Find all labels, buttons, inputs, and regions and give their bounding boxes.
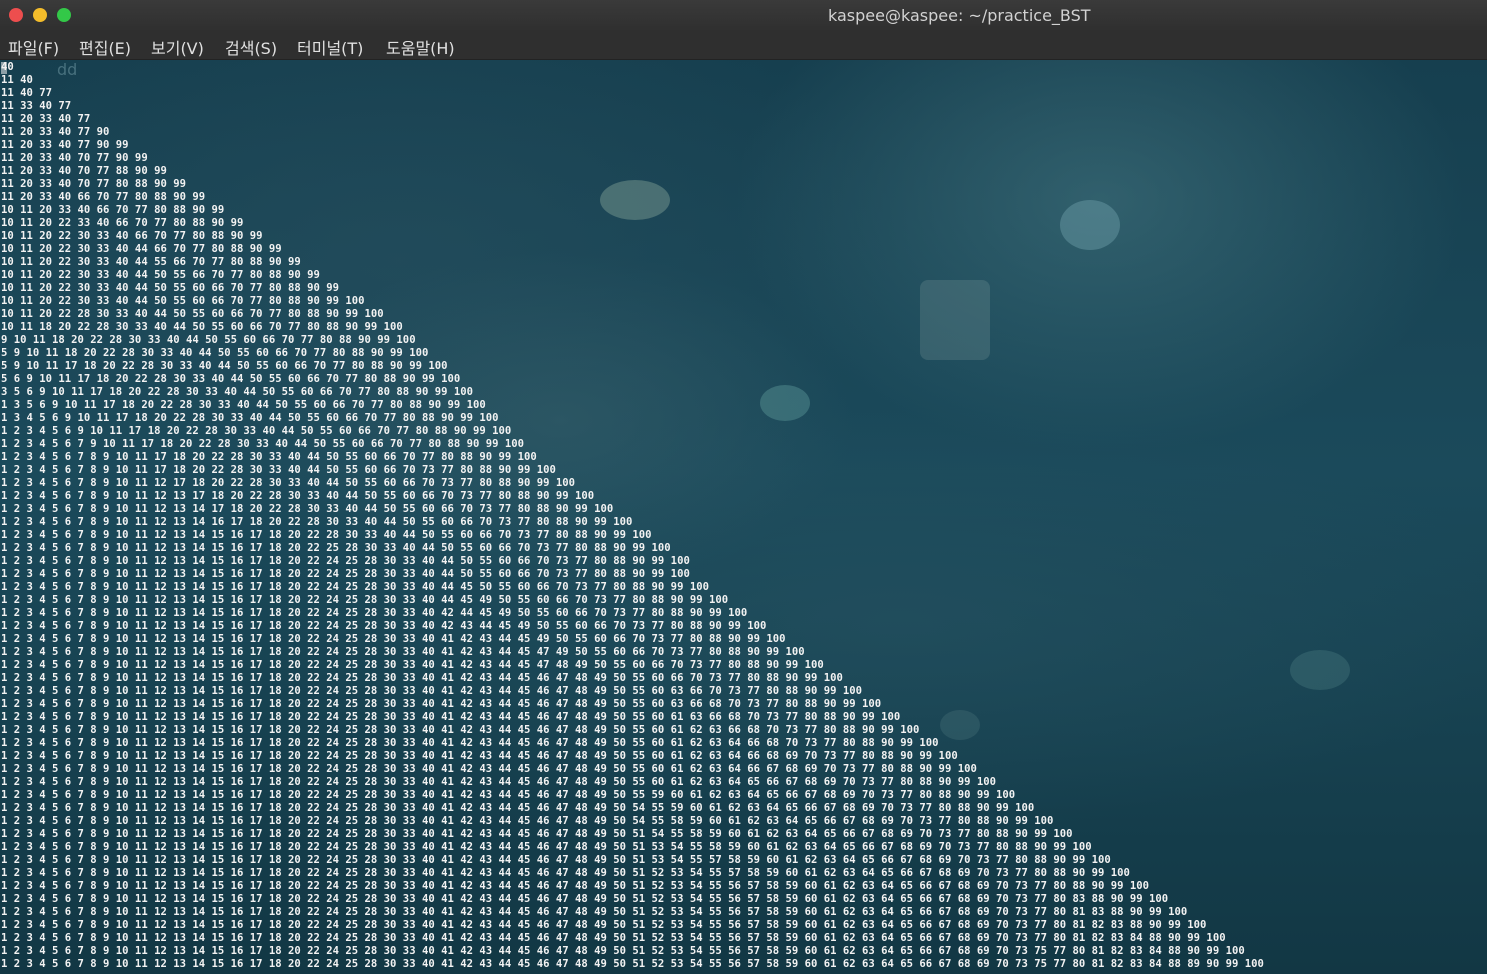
terminal-line: 1 2 3 4 5 6 7 8 9 10 11 12 13 14 15 16 1… — [1, 867, 1130, 879]
terminal-line: 10 11 20 22 30 33 40 44 55 66 70 77 80 8… — [1, 256, 301, 268]
terminal-line: 1 2 3 4 5 6 9 10 11 17 18 20 22 28 30 33… — [1, 425, 512, 437]
terminal-line: 1 2 3 4 5 6 7 8 9 10 11 12 13 14 15 16 1… — [1, 893, 1169, 905]
terminal-line: 11 20 33 40 70 77 90 99 — [1, 152, 148, 164]
terminal-line: 10 11 20 22 30 33 40 44 50 55 60 66 70 7… — [1, 295, 365, 307]
terminal-cursor — [1, 62, 7, 74]
terminal-line: 1 2 3 4 5 6 7 8 9 10 11 12 13 14 15 16 1… — [1, 750, 958, 762]
terminal-line: 10 11 18 20 22 28 30 33 40 44 50 55 60 6… — [1, 321, 403, 333]
terminal-line: 11 20 33 40 70 77 80 88 90 99 — [1, 178, 186, 190]
menu-view[interactable]: 보기(V) — [151, 35, 204, 59]
terminal-line: 1 2 3 4 5 6 7 8 9 10 11 12 13 14 15 16 1… — [1, 555, 690, 567]
terminal-area[interactable]: dd 40 11 40 11 40 77 11 33 40 77 11 20 33 40… — [0, 60, 1487, 974]
terminal-line: 11 20 33 40 70 77 88 90 99 — [1, 165, 167, 177]
terminal-line: 1 2 3 4 5 6 7 8 9 10 11 12 13 14 15 16 1… — [1, 646, 805, 658]
terminal-line: 1 2 3 4 5 6 7 8 9 10 11 12 13 14 15 16 1… — [1, 945, 1245, 957]
terminal-line: 1 2 3 4 5 6 7 8 9 10 11 12 17 18 20 22 2… — [1, 477, 576, 489]
terminal-line: 1 2 3 4 5 6 7 8 9 10 11 12 13 17 18 20 2… — [1, 490, 595, 502]
close-window-button[interactable] — [9, 8, 23, 22]
terminal-line: 1 2 3 4 5 6 7 8 9 10 11 12 13 14 15 16 1… — [1, 932, 1226, 944]
terminal-line: 5 6 9 10 11 17 18 20 22 28 30 33 40 44 5… — [1, 373, 461, 385]
terminal-line: 1 2 3 4 5 6 7 8 9 10 11 12 13 14 15 16 1… — [1, 581, 709, 593]
terminal-line: 9 10 11 18 20 22 28 30 33 40 44 50 55 60… — [1, 334, 416, 346]
terminal-line: 3 5 6 9 10 11 17 18 20 22 28 30 33 40 44… — [1, 386, 473, 398]
terminal-window: kaspee@kaspee: ~/practice_BST 파일(F) 편집(E… — [0, 0, 1487, 974]
terminal-line: 1 2 3 4 5 6 7 8 9 10 11 12 13 14 15 16 1… — [1, 841, 1092, 853]
terminal-line: 11 40 — [1, 74, 33, 86]
terminal-line: 1 2 3 4 5 6 7 8 9 10 11 12 13 14 15 16 1… — [1, 763, 977, 775]
terminal-line: 1 2 3 4 5 6 7 8 9 10 11 12 13 14 15 16 1… — [1, 568, 690, 580]
terminal-line: 5 9 10 11 17 18 20 22 28 30 33 40 44 50 … — [1, 360, 448, 372]
terminal-line: 1 2 3 4 5 6 7 8 9 10 11 12 13 14 15 16 1… — [1, 958, 1264, 970]
terminal-line: 1 2 3 4 5 6 7 8 9 10 11 12 13 14 15 16 1… — [1, 633, 786, 645]
maximize-window-button[interactable] — [57, 8, 71, 22]
terminal-line: 1 2 3 4 5 6 7 8 9 10 11 12 13 14 17 18 2… — [1, 503, 614, 515]
terminal-line: 10 11 20 22 30 33 40 44 66 70 77 80 88 9… — [1, 243, 282, 255]
terminal-line: 1 2 3 4 5 6 7 8 9 10 11 12 13 14 15 16 1… — [1, 776, 996, 788]
menu-bar: 파일(F) 편집(E) 보기(V) 검색(S) 터미널(T) 도움말(H) — [0, 31, 1487, 60]
terminal-line: 1 2 3 4 5 6 7 8 9 10 11 12 13 14 15 16 1… — [1, 906, 1188, 918]
terminal-line: 11 20 33 40 77 90 99 — [1, 139, 129, 151]
terminal-line: 10 11 20 22 30 33 40 44 50 55 66 70 77 8… — [1, 269, 320, 281]
terminal-line: 1 2 3 4 5 6 7 8 9 10 11 12 13 14 15 16 1… — [1, 685, 863, 697]
terminal-line: 1 2 3 4 5 6 7 8 9 10 11 12 13 14 15 16 1… — [1, 620, 767, 632]
title-bar: kaspee@kaspee: ~/practice_BST — [0, 0, 1487, 31]
terminal-line: 10 11 20 22 33 40 66 70 77 80 88 90 99 — [1, 217, 244, 229]
background-bokeh — [1290, 650, 1350, 690]
terminal-line: 11 20 33 40 77 — [1, 113, 91, 125]
terminal-line: 1 2 3 4 5 6 7 8 9 10 11 12 13 14 15 16 1… — [1, 698, 882, 710]
terminal-line: 1 2 3 4 5 6 7 8 9 10 11 12 13 14 15 16 1… — [1, 594, 729, 606]
menu-edit[interactable]: 편집(E) — [79, 35, 131, 59]
terminal-line: 10 11 20 22 30 33 40 66 70 77 80 88 90 9… — [1, 230, 263, 242]
terminal-line: 1 3 5 6 9 10 11 17 18 20 22 28 30 33 40 … — [1, 399, 486, 411]
terminal-line: 40 — [1, 61, 14, 73]
terminal-output: 40 11 40 11 40 77 11 33 40 77 11 20 33 40 77… — [1, 61, 1264, 971]
terminal-line: 1 2 3 4 5 6 7 8 9 10 11 12 13 14 15 16 1… — [1, 789, 1016, 801]
terminal-line: 1 2 3 4 5 6 7 8 9 10 11 12 13 14 15 16 1… — [1, 542, 671, 554]
terminal-line: 1 2 3 4 5 6 7 8 9 10 11 12 13 14 15 16 1… — [1, 711, 901, 723]
window-title: kaspee@kaspee: ~/practice_BST — [828, 6, 1091, 25]
terminal-line: 11 20 33 40 66 70 77 80 88 90 99 — [1, 191, 206, 203]
terminal-line: 1 2 3 4 5 6 7 8 9 10 11 12 13 14 15 16 1… — [1, 919, 1207, 931]
terminal-line: 1 2 3 4 5 6 7 8 9 10 11 12 13 14 15 16 1… — [1, 659, 824, 671]
terminal-line: 1 2 3 4 5 6 7 9 10 11 17 18 20 22 28 30 … — [1, 438, 524, 450]
terminal-line: 1 2 3 4 5 6 7 8 9 10 11 12 13 14 15 16 1… — [1, 529, 652, 541]
menu-file[interactable]: 파일(F) — [8, 35, 59, 59]
terminal-line: 1 2 3 4 5 6 7 8 9 10 11 12 13 14 15 16 1… — [1, 828, 1073, 840]
terminal-line: 1 2 3 4 5 6 7 8 9 10 11 12 13 14 15 16 1… — [1, 802, 1035, 814]
terminal-line: 1 2 3 4 5 6 7 8 9 10 11 12 13 14 15 16 1… — [1, 880, 1150, 892]
terminal-line: 11 33 40 77 — [1, 100, 72, 112]
terminal-line: 1 2 3 4 5 6 7 8 9 10 11 12 13 14 15 16 1… — [1, 607, 748, 619]
terminal-line: 11 20 33 40 77 90 — [1, 126, 110, 138]
terminal-line: 11 40 77 — [1, 87, 53, 99]
terminal-line: 1 2 3 4 5 6 7 8 9 10 11 17 18 20 22 28 3… — [1, 464, 556, 476]
menu-terminal[interactable]: 터미널(T) — [297, 35, 363, 59]
terminal-line: 1 3 4 5 6 9 10 11 17 18 20 22 28 30 33 4… — [1, 412, 499, 424]
terminal-line: 1 2 3 4 5 6 7 8 9 10 11 17 18 20 22 28 3… — [1, 451, 537, 463]
menu-help[interactable]: 도움말(H) — [386, 35, 455, 59]
terminal-line: 1 2 3 4 5 6 7 8 9 10 11 12 13 14 15 16 1… — [1, 815, 1054, 827]
terminal-line: 1 2 3 4 5 6 7 8 9 10 11 12 13 14 15 16 1… — [1, 854, 1111, 866]
terminal-line: 1 2 3 4 5 6 7 8 9 10 11 12 13 14 15 16 1… — [1, 737, 939, 749]
terminal-line: 1 2 3 4 5 6 7 8 9 10 11 12 13 14 15 16 1… — [1, 724, 920, 736]
terminal-line: 10 11 20 33 40 66 70 77 80 88 90 99 — [1, 204, 225, 216]
terminal-line: 10 11 20 22 28 30 33 40 44 50 55 60 66 7… — [1, 308, 384, 320]
terminal-line: 1 2 3 4 5 6 7 8 9 10 11 12 13 14 15 16 1… — [1, 672, 843, 684]
terminal-line: 1 2 3 4 5 6 7 8 9 10 11 12 13 14 16 17 1… — [1, 516, 633, 528]
terminal-line: 5 9 10 11 18 20 22 28 30 33 40 44 50 55 … — [1, 347, 429, 359]
menu-search[interactable]: 검색(S) — [225, 35, 277, 59]
terminal-line: 10 11 20 22 30 33 40 44 50 55 60 66 70 7… — [1, 282, 340, 294]
minimize-window-button[interactable] — [33, 8, 47, 22]
